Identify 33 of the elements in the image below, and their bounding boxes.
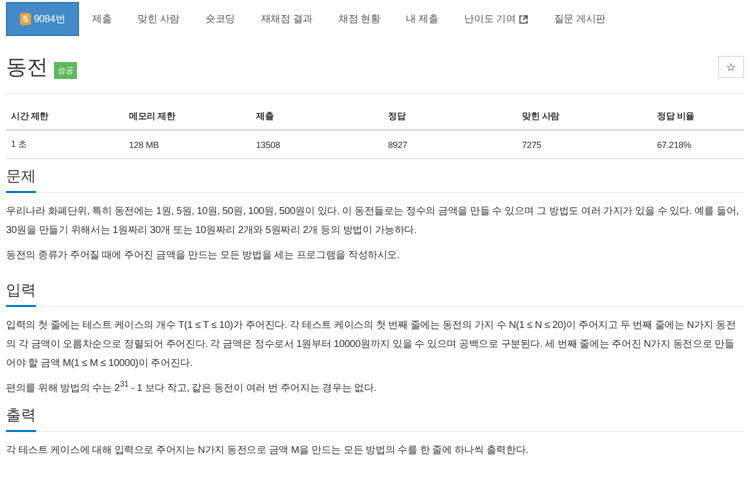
- nav-tab[interactable]: 맞힌 사람: [124, 2, 192, 36]
- paragraph: 편의를 위해 방법의 수는 2$^{31}$ - 1 보다 작고, 같은 동전이 여러 번 주어지는 경우는 없다.: [6, 379, 378, 396]
- table-cell: 8927: [383, 130, 517, 158]
- table-cell: 7275: [517, 130, 652, 158]
- star-button[interactable]: ☆: [718, 56, 744, 78]
- column-header: 제출: [251, 104, 383, 130]
- table-cell: 128 MB: [124, 130, 251, 158]
- section-heading: 입력: [6, 281, 36, 307]
- paragraph: 입력의 첫 줄에는 테스트 케이스의 개수 T(1 ≤ T ≤ 10)가 주어진다. 각 테스트 케이스의 첫 번째 줄에는 동전의 가지 수 N(1 ≤ N ≤ 20)이 주어지고 두 번째 줄에는 N가지 동전의 각 금액이 오름차순으로 정렬되어 주어진다. 각 금액은 정수로서 1원부터 10000원까지 있을 수 있으며 공백으로 구분된다. 세 번째 줄에는 주어진 N가지 동전으로 만들어야 할 금액 M(1 ≤ M ≤ 10000)이 주어진다.: [6, 319, 737, 371]
- nav-tab[interactable]: 재채점 결과: [248, 2, 326, 36]
- section-heading: 출력: [6, 406, 36, 432]
- table-cell: 67.218%: [652, 130, 744, 158]
- column-header: 메모리 제한: [124, 104, 251, 130]
- column-header: 정답 비율: [652, 104, 744, 130]
- paragraph: 동전의 종류가 주어질 때에 주어진 금액을 만드는 모든 방법을 세는 프로그램을 작성하시오.: [6, 249, 401, 263]
- nav-tab[interactable]: 제출: [79, 2, 125, 36]
- table-cell: 13508: [251, 130, 383, 158]
- problem-title: 동전: [6, 55, 48, 81]
- section-heading: 문제: [6, 167, 36, 193]
- nav-tab[interactable]: 채점 현황: [325, 2, 394, 36]
- column-header: 시간 제한: [6, 104, 124, 130]
- paragraph: 우리나라 화폐단위, 특히 동전에는 1원, 5원, 10원, 50원, 100원, 500원이 있다. 이 동전들로는 정수의 금액을 만들 수 있으며 그 방법도 여러 가지가 있을 수 있다. 예를 들어, 30원을 만들기 위해서는 1원짜리 30개 또는 10원짜리 2개와 5원짜리 2개 등의 방법이 가능하다.: [6, 205, 740, 238]
- column-header: 맞힌 사람: [517, 104, 652, 130]
- nav-tab[interactable]: 5 9084번: [6, 2, 80, 36]
- status-label: 성공: [54, 62, 78, 78]
- nav-tab[interactable]: 내 제출: [393, 2, 452, 36]
- table-cell: 1 초: [6, 130, 124, 158]
- tier-badge: 5: [20, 13, 31, 25]
- nav-tab[interactable]: 난이도 기여: [451, 2, 541, 36]
- nav-tab[interactable]: 숏코딩: [192, 2, 248, 36]
- paragraph: 각 테스트 케이스에 대해 입력으로 주어지는 N가지 동전으로 금액 M을 만드는 모든 방법의 수를 한 줄에 하나씩 출력한다.: [6, 444, 530, 458]
- column-header: 정답: [383, 104, 517, 130]
- nav-tab[interactable]: 질문 게시판: [540, 2, 618, 36]
